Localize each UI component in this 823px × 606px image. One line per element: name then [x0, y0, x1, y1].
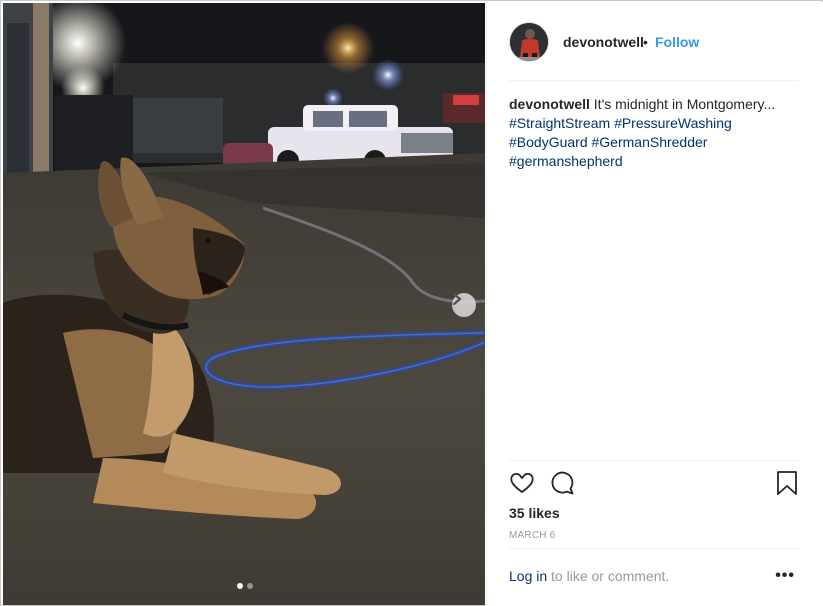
footer-divider — [509, 548, 799, 549]
post-sidebar: devonotwell • Follow devonotwell It's mi… — [486, 2, 823, 606]
caption-username[interactable]: devonotwell — [509, 96, 590, 112]
carousel-dot-1 — [237, 583, 243, 589]
hashtag-link[interactable]: #StraightStream — [509, 115, 610, 131]
follow-button[interactable]: Follow — [655, 34, 699, 50]
hashtag-link[interactable]: #PressureWashing — [614, 115, 732, 131]
post-date: MARCH 6 — [509, 530, 556, 541]
actions-divider — [509, 460, 799, 461]
login-link[interactable]: Log in — [509, 568, 547, 584]
like-button[interactable] — [509, 470, 535, 501]
post-frame: devonotwell • Follow devonotwell It's mi… — [0, 0, 823, 606]
post-photo[interactable] — [3, 3, 485, 605]
comment-button[interactable] — [549, 470, 575, 501]
save-button[interactable] — [775, 470, 799, 501]
chevron-right-icon — [452, 293, 462, 305]
hashtag-link[interactable]: #BodyGuard — [509, 134, 588, 150]
likes-count[interactable]: 35 likes — [509, 505, 560, 521]
more-options-icon[interactable]: ••• — [775, 568, 795, 584]
heart-icon — [510, 473, 534, 493]
comment-icon — [551, 471, 574, 495]
header-divider — [509, 80, 799, 81]
carousel-indicator — [237, 583, 253, 589]
post-header: devonotwell • Follow — [487, 2, 823, 80]
avatar[interactable] — [509, 22, 549, 62]
bookmark-icon — [777, 471, 797, 495]
photo-scene — [3, 3, 485, 605]
carousel-dot-2 — [247, 583, 253, 589]
carousel-next-button[interactable] — [452, 293, 476, 317]
header-separator: • — [643, 34, 648, 50]
login-prompt-text: to like or comment. — [547, 568, 670, 584]
post-caption: devonotwell It's midnight in Montgomery.… — [509, 95, 799, 171]
hashtag-link[interactable]: #germanshepherd — [509, 153, 623, 169]
avatar-image — [510, 23, 548, 61]
hashtag-link[interactable]: #GermanShredder — [592, 134, 708, 150]
caption-text: It's midnight in Montgomery... — [593, 96, 776, 112]
login-prompt: Log in to like or comment. — [509, 568, 669, 584]
header-username[interactable]: devonotwell — [563, 34, 644, 50]
